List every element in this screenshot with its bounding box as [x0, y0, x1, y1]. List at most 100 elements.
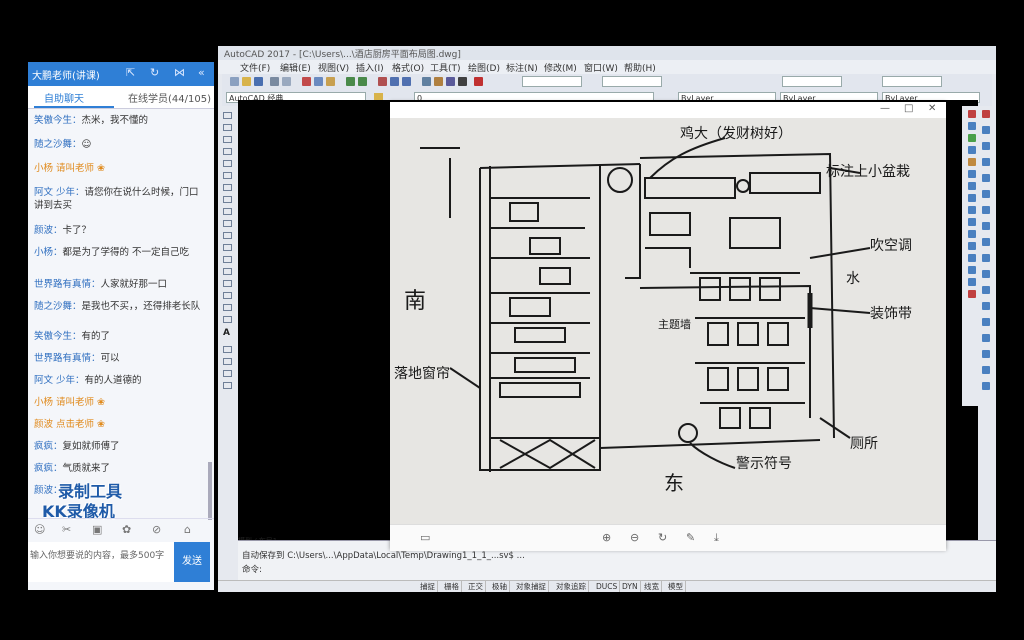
spline-icon[interactable]	[223, 208, 232, 215]
zoom-icon[interactable]	[390, 77, 399, 86]
snap-tool-icon-6[interactable]	[982, 190, 990, 198]
circle-icon[interactable]	[223, 184, 232, 191]
status-osnap[interactable]: 对象捕捉	[514, 581, 549, 592]
status-grid[interactable]: 栅格	[442, 581, 462, 592]
text-style-combo[interactable]	[522, 76, 582, 87]
trim-icon[interactable]	[968, 218, 976, 226]
emoji-icon[interactable]: ☺	[34, 523, 45, 536]
cut-icon[interactable]	[302, 77, 311, 86]
fullscreen-icon[interactable]: ⇱	[126, 66, 135, 79]
snap-tool-icon-3[interactable]	[982, 142, 990, 150]
join-icon[interactable]	[968, 254, 976, 262]
status-ortho[interactable]: 正交	[466, 581, 486, 592]
offset-icon[interactable]	[968, 146, 976, 154]
mirror-icon[interactable]	[968, 134, 976, 142]
close-icon[interactable]: ✕	[928, 103, 936, 114]
tool-palette-icon[interactable]	[446, 77, 455, 86]
dim-style-combo[interactable]	[602, 76, 662, 87]
chat-scrollbar[interactable]	[208, 462, 212, 520]
status-otrack[interactable]: 对象追踪	[554, 581, 589, 592]
menu-file[interactable]: 文件(F)	[240, 61, 270, 74]
share-icon[interactable]: ⋈	[174, 66, 185, 79]
layer-tool-icon-2[interactable]	[223, 358, 232, 365]
snap-tool-icon-15[interactable]	[982, 334, 990, 342]
menu-edit[interactable]: 编辑(E)	[280, 61, 311, 74]
chat-input[interactable]: 输入你想要说的内容，最多500字	[28, 542, 174, 582]
arc-icon[interactable]	[223, 172, 232, 179]
design-center-icon[interactable]	[434, 77, 443, 86]
table-icon[interactable]	[223, 316, 232, 323]
menu-view[interactable]: 视图(V)	[318, 61, 349, 74]
copy-object-icon[interactable]	[968, 122, 976, 130]
array-icon[interactable]	[968, 158, 976, 166]
status-snap[interactable]: 捕捉	[418, 581, 438, 592]
chamfer-icon[interactable]	[968, 266, 976, 274]
mtext-icon[interactable]: A	[223, 328, 230, 338]
point-icon[interactable]	[223, 268, 232, 275]
paste-icon[interactable]	[326, 77, 335, 86]
snap-tool-icon-2[interactable]	[982, 126, 990, 134]
image-icon[interactable]: ▣	[92, 523, 102, 536]
calculator-icon[interactable]	[458, 77, 467, 86]
status-lineweight[interactable]: 线宽	[642, 581, 662, 592]
fillet-icon[interactable]	[968, 278, 976, 286]
menu-window[interactable]: 窗口(W)	[584, 61, 618, 74]
refresh-icon[interactable]: ↻	[150, 66, 159, 79]
polyline-icon[interactable]	[223, 136, 232, 143]
menu-dimension[interactable]: 标注(N)	[506, 61, 538, 74]
snap-tool-icon-5[interactable]	[982, 174, 990, 182]
layer-tool-icon-3[interactable]	[223, 370, 232, 377]
snap-tool-icon-12[interactable]	[982, 286, 990, 294]
stretch-icon[interactable]	[968, 206, 976, 214]
undo-icon[interactable]	[346, 77, 355, 86]
scale-icon[interactable]	[968, 194, 976, 202]
zoom-window-icon[interactable]	[402, 77, 411, 86]
help-icon[interactable]	[474, 77, 483, 86]
gradient-icon[interactable]	[223, 292, 232, 299]
ellipse-arc-icon[interactable]	[223, 232, 232, 239]
block-icon[interactable]: ⊘	[152, 523, 161, 536]
move-icon[interactable]	[968, 170, 976, 178]
polygon-icon[interactable]	[223, 148, 232, 155]
snap-tool-icon-11[interactable]	[982, 270, 990, 278]
hatch-icon[interactable]	[223, 280, 232, 287]
scissors-icon[interactable]: ✂	[62, 523, 71, 536]
zoom-in-icon[interactable]: ⊕	[602, 531, 611, 544]
insert-block-icon[interactable]	[223, 244, 232, 251]
minimize-icon[interactable]: —	[880, 103, 890, 114]
zoom-out-icon[interactable]: ⊖	[630, 531, 639, 544]
status-model[interactable]: 模型	[666, 581, 686, 592]
redo-icon[interactable]	[358, 77, 367, 86]
status-ducs[interactable]: DUCS	[594, 581, 621, 592]
command-prompt[interactable]: 命令:	[242, 563, 262, 575]
status-polar[interactable]: 极轴	[490, 581, 510, 592]
table-style-combo[interactable]	[782, 76, 842, 87]
layer-tool-icon-4[interactable]	[223, 382, 232, 389]
new-file-icon[interactable]	[230, 77, 239, 86]
explode-icon[interactable]	[968, 290, 976, 298]
mleader-style-combo[interactable]	[882, 76, 942, 87]
menu-modify[interactable]: 修改(M)	[544, 61, 577, 74]
snap-tool-icon-14[interactable]	[982, 318, 990, 326]
slideshow-icon[interactable]: ▭	[420, 531, 430, 544]
snap-tool-icon-7[interactable]	[982, 206, 990, 214]
snap-tool-icon-4[interactable]	[982, 158, 990, 166]
rotate-icon[interactable]: ↻	[658, 531, 667, 544]
menu-insert[interactable]: 插入(I)	[356, 61, 384, 74]
snap-tool-icon-18[interactable]	[982, 382, 990, 390]
status-dyn[interactable]: DYN	[620, 581, 641, 592]
snap-tool-icon-8[interactable]	[982, 222, 990, 230]
open-file-icon[interactable]	[242, 77, 251, 86]
snap-tool-icon-9[interactable]	[982, 238, 990, 246]
pan-icon[interactable]	[378, 77, 387, 86]
snap-tool-icon-10[interactable]	[982, 254, 990, 262]
revcloud-icon[interactable]	[223, 196, 232, 203]
menu-help[interactable]: 帮助(H)	[624, 61, 656, 74]
menu-draw[interactable]: 绘图(D)	[468, 61, 500, 74]
edit-icon[interactable]: ✎	[686, 531, 695, 544]
print-icon[interactable]	[270, 77, 279, 86]
extend-icon[interactable]	[968, 230, 976, 238]
erase-icon[interactable]	[968, 110, 976, 118]
save-icon[interactable]	[254, 77, 263, 86]
break-icon[interactable]	[968, 242, 976, 250]
